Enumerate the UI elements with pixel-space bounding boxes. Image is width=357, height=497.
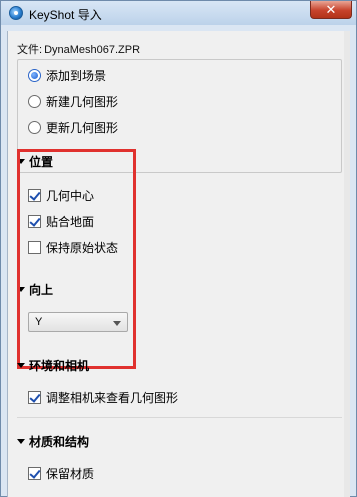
collapse-triangle-icon (17, 287, 25, 292)
collapse-triangle-icon (17, 363, 25, 368)
checkbox-unchecked-icon[interactable] (28, 241, 41, 254)
checkbox-keep-materials[interactable]: 保留材质 (28, 465, 94, 482)
checkbox-label: 保留材质 (46, 467, 95, 481)
divider (17, 417, 342, 418)
up-axis-dropdown[interactable]: Y (28, 312, 128, 332)
title-bar[interactable]: KeyShot 导入 ✕ (1, 1, 356, 25)
file-label: 文件: (17, 44, 43, 56)
collapse-triangle-icon (17, 439, 25, 444)
highlight-box (17, 149, 136, 369)
section-title: 向上 (29, 283, 54, 297)
close-icon: ✕ (325, 2, 337, 17)
checkbox-keep-original[interactable]: 保持原始状态 (28, 239, 118, 256)
checkbox-checked-icon[interactable] (28, 189, 41, 202)
section-materials-header[interactable]: 材质和结构 (17, 433, 89, 450)
radio-update-geometry[interactable]: 更新几何图形 (28, 119, 118, 136)
section-up-header[interactable]: 向上 (17, 281, 53, 298)
collapse-triangle-icon (17, 159, 25, 164)
section-environment-camera-header[interactable]: 环境和相机 (17, 357, 89, 374)
checkbox-adjust-camera[interactable]: 调整相机来查看几何图形 (28, 389, 178, 406)
section-title: 位置 (29, 155, 54, 169)
dialog-body: 文件: DynaMesh067.ZPR 添加到场景 新建几何图形 更新几何图形 位… (7, 31, 350, 497)
file-name: DynaMesh067.ZPR (44, 44, 141, 56)
checkbox-snap-to-ground[interactable]: 贴合地面 (28, 213, 94, 230)
chevron-down-icon (113, 321, 121, 326)
window-title: KeyShot 导入 (29, 8, 102, 22)
keyshot-import-dialog: KeyShot 导入 ✕ 文件: DynaMesh067.ZPR 添加到场景 新建… (0, 0, 357, 497)
radio-label: 添加到场景 (46, 69, 107, 83)
radio-add-to-scene[interactable]: 添加到场景 (28, 67, 106, 84)
vertical-scrollbar[interactable] (344, 31, 350, 497)
checkbox-label: 保持原始状态 (46, 241, 119, 255)
section-title: 环境和相机 (29, 359, 90, 373)
checkbox-label: 调整相机来查看几何图形 (46, 391, 179, 405)
radio-label: 新建几何图形 (46, 95, 119, 109)
section-title: 材质和结构 (29, 435, 90, 449)
checkbox-checked-icon[interactable] (28, 391, 41, 404)
section-position-header[interactable]: 位置 (17, 153, 53, 170)
checkbox-label: 几何中心 (46, 189, 95, 203)
checkbox-label: 贴合地面 (46, 215, 95, 229)
checkbox-checked-icon[interactable] (28, 467, 41, 480)
radio-new-geometry[interactable]: 新建几何图形 (28, 93, 118, 110)
radio-unselected-icon[interactable] (28, 95, 41, 108)
dropdown-value: Y (35, 316, 43, 328)
keyshot-logo-icon (9, 6, 23, 20)
radio-unselected-icon[interactable] (28, 121, 41, 134)
checkbox-geometry-center[interactable]: 几何中心 (28, 187, 94, 204)
checkbox-checked-icon[interactable] (28, 215, 41, 228)
radio-selected-icon[interactable] (28, 69, 41, 82)
close-button[interactable]: ✕ (310, 1, 352, 19)
radio-label: 更新几何图形 (46, 121, 119, 135)
file-info: 文件: DynaMesh067.ZPR (17, 41, 140, 57)
